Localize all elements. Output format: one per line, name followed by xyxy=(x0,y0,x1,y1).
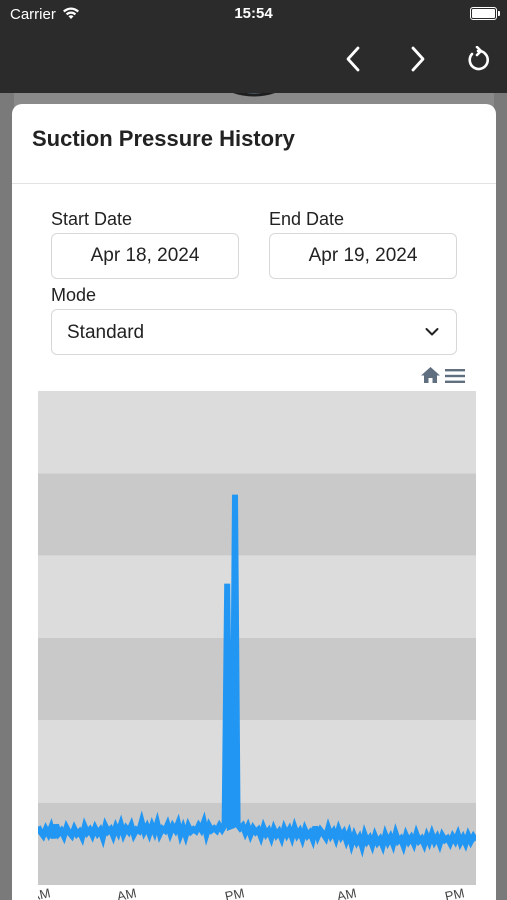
x-tick-label: AM xyxy=(116,885,138,900)
chart-toolbar xyxy=(420,366,470,386)
top-bar: Carrier 15:54 xyxy=(0,0,507,93)
chart-band xyxy=(38,720,476,803)
start-date-value: Apr 18, 2024 xyxy=(90,245,200,266)
mode-label: Mode xyxy=(51,285,97,305)
forward-button[interactable] xyxy=(401,42,435,76)
chart-band xyxy=(38,638,476,721)
battery-icon xyxy=(470,7,500,20)
pressure-chart-svg: AM AM PM AM PM xyxy=(38,391,476,900)
modal-header: Suction Pressure History xyxy=(12,104,496,184)
x-tick-label: PM xyxy=(444,885,466,900)
end-date-value: Apr 19, 2024 xyxy=(308,245,418,266)
reload-icon xyxy=(468,46,490,71)
mode-select[interactable]: Standard xyxy=(51,309,457,355)
back-button[interactable] xyxy=(336,42,370,76)
home-icon[interactable] xyxy=(420,366,441,384)
x-tick-label: PM xyxy=(224,885,246,900)
modal-title: Suction Pressure History xyxy=(32,126,295,151)
history-modal: Suction Pressure History Start Date Apr … xyxy=(12,104,496,900)
chart-band xyxy=(38,391,476,474)
start-date-label: Start Date xyxy=(51,209,133,229)
pressure-chart: AM AM PM AM PM xyxy=(38,391,476,900)
x-tick-label: AM xyxy=(336,885,358,900)
status-bar: Carrier 15:54 xyxy=(0,0,507,30)
chart-band xyxy=(38,555,476,638)
status-time: 15:54 xyxy=(234,5,273,22)
chart-band xyxy=(38,473,476,556)
chevron-left-icon xyxy=(346,46,360,72)
start-date-input[interactable]: Apr 18, 2024 xyxy=(51,233,239,279)
chevron-right-icon xyxy=(411,46,425,72)
end-date-input[interactable]: Apr 19, 2024 xyxy=(269,233,457,279)
x-tick-label: AM xyxy=(38,885,52,900)
reload-button[interactable] xyxy=(461,42,495,76)
chevron-down-icon xyxy=(425,328,439,336)
mode-select-value: Standard xyxy=(67,322,145,343)
menu-icon[interactable] xyxy=(445,368,465,384)
end-date-label: End Date xyxy=(269,209,345,229)
